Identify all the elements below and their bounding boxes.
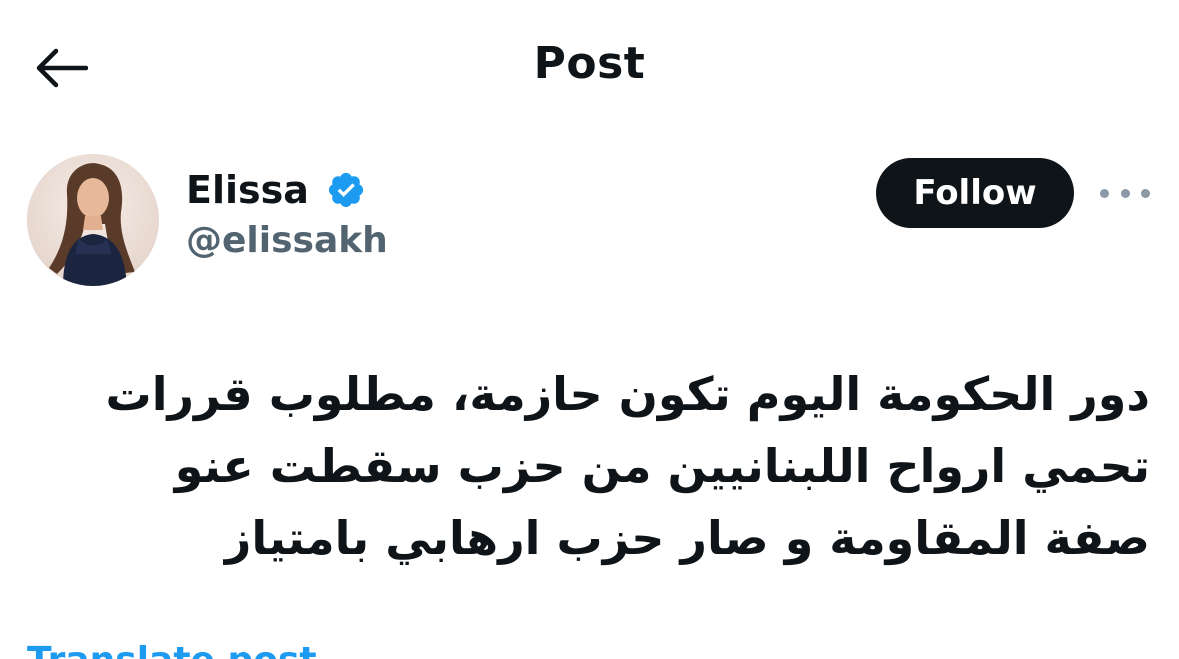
more-dot-icon xyxy=(1120,188,1130,198)
profile-photo xyxy=(27,154,159,286)
author-handle[interactable]: @elissakh xyxy=(186,220,388,261)
more-options-button[interactable] xyxy=(1100,178,1150,208)
more-dot-icon xyxy=(1141,188,1150,198)
author-info: Elissa @elissakh xyxy=(186,168,388,261)
post-body: دور الحكومة اليوم تكون حازمة، مطلوب قررا… xyxy=(105,367,1150,565)
avatar[interactable] xyxy=(27,154,159,286)
page-title: Post xyxy=(533,38,646,89)
follow-button[interactable]: Follow xyxy=(876,158,1074,228)
verified-badge-icon xyxy=(328,172,364,208)
translate-post-link[interactable]: Translate post xyxy=(27,640,317,659)
author-display-name[interactable]: Elissa xyxy=(186,168,309,212)
author-row: Elissa @elissakh Follow xyxy=(0,150,1179,290)
post-page: Post Elissa @elissakh Follow دور الحكومة… xyxy=(0,0,1179,659)
more-dot-icon xyxy=(1100,188,1109,198)
top-bar: Post xyxy=(0,0,1179,135)
